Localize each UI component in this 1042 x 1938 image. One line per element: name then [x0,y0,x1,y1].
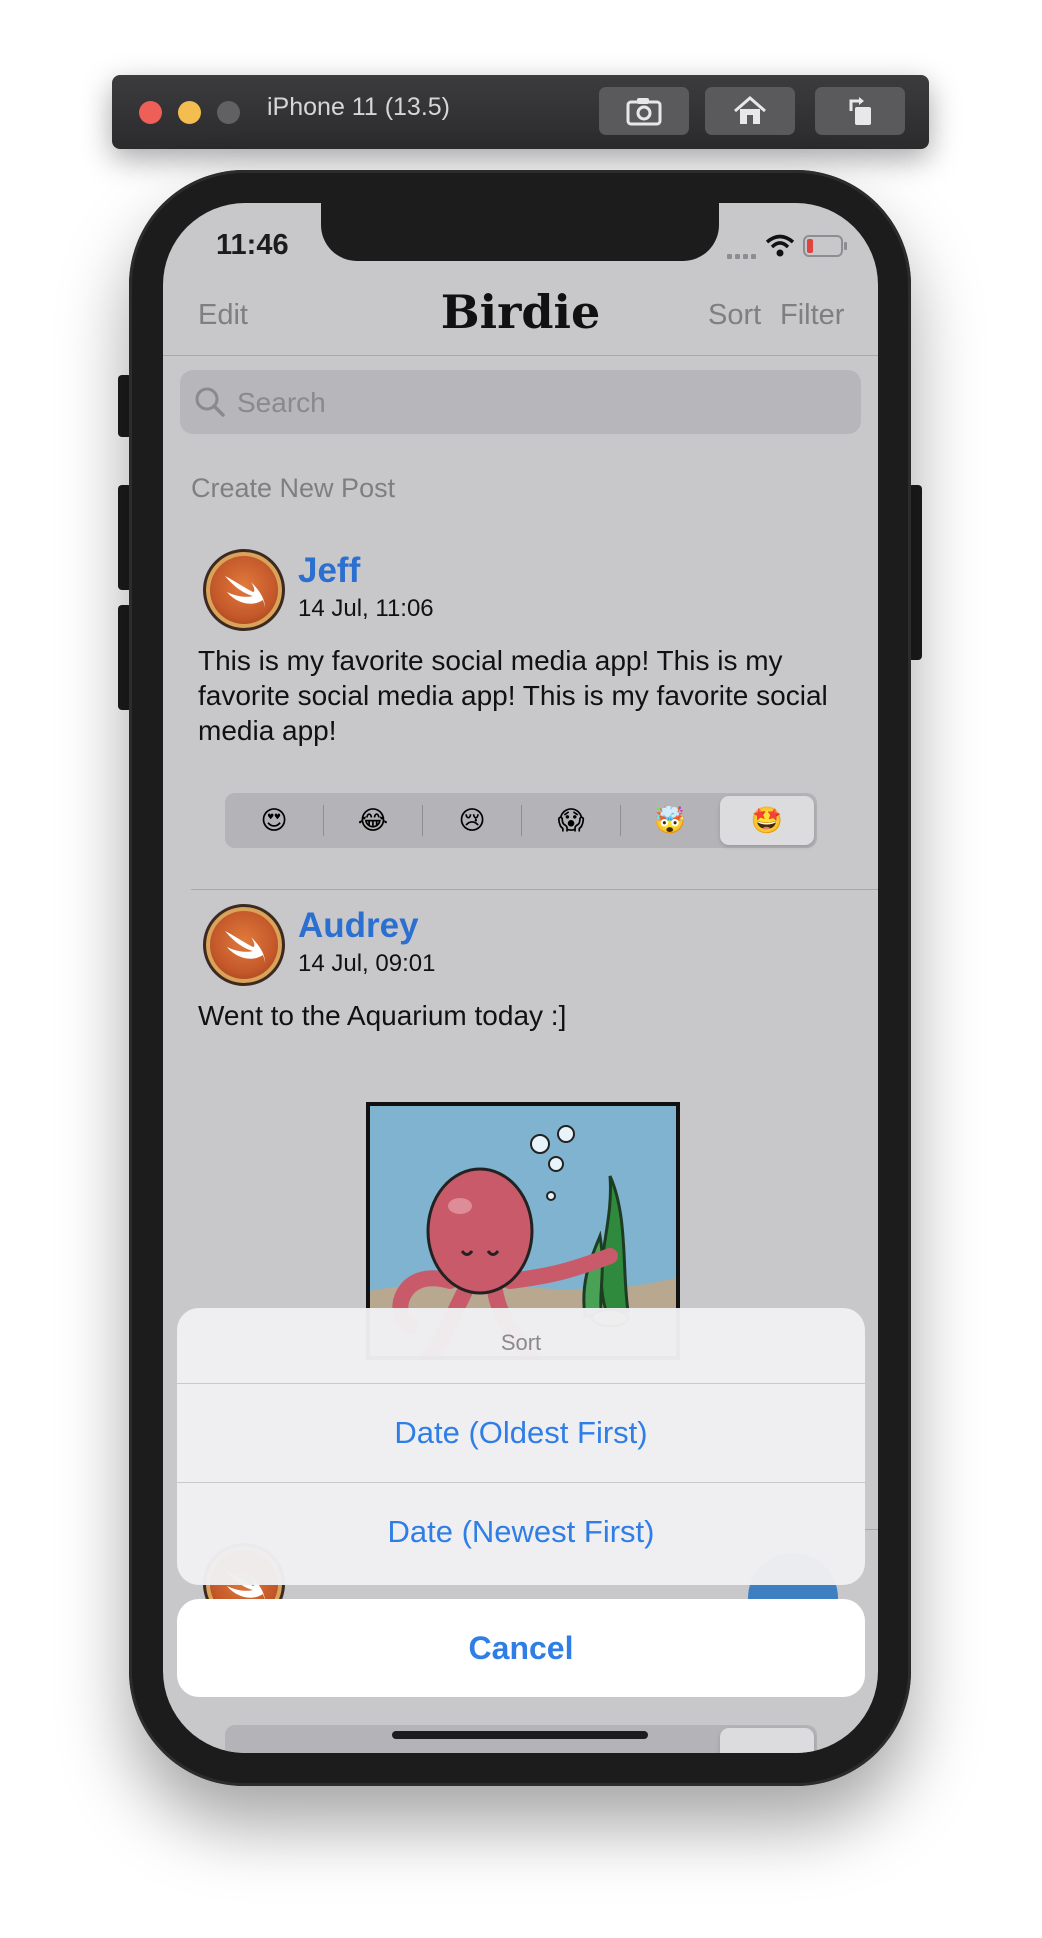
simulator-title-bar: iPhone 11 (13.5) [112,75,929,149]
avatar [203,549,285,631]
wifi-icon [765,234,795,257]
status-time: 11:46 [216,229,289,261]
filter-button[interactable]: Filter [780,299,844,332]
sort-newest-first-option[interactable]: Date (Newest First) [177,1483,865,1581]
swift-bird-icon [225,931,265,963]
post-author-name[interactable]: Jeff [298,551,360,591]
cellular-signal-icon [727,254,756,259]
action-sheet-title: Sort [500,1330,542,1355]
rotate-button[interactable] [815,87,905,135]
sort-oldest-first-option[interactable]: Date (Oldest First) [177,1384,865,1482]
zoom-window-button[interactable] [217,101,240,124]
post-divider [191,889,878,890]
rotate-icon [849,97,871,125]
screenshot-icon [626,98,662,126]
reaction-segmented-control[interactable] [225,1725,817,1753]
reaction-laughing[interactable]: 😂 [324,793,422,848]
cancel-button[interactable]: Cancel [177,1599,865,1697]
nav-divider [163,355,878,356]
reaction-heart-eyes[interactable]: 😍 [225,793,323,848]
search-bar[interactable] [180,370,861,436]
simulator-title: iPhone 11 (13.5) [267,93,450,121]
app-title: Birdie [440,285,601,339]
home-icon [734,96,766,124]
home-indicator[interactable] [392,1731,648,1739]
search-icon [195,387,225,417]
battery-icon [803,235,847,257]
minimize-window-button[interactable] [178,101,201,124]
swift-bird-icon [225,576,265,608]
screenshot-button[interactable] [599,87,689,135]
phone-screen: 11:46 Edit Birdie Sort Filter Create New… [163,203,878,1753]
post-text: This is my favorite social media app! Th… [198,645,828,746]
search-input[interactable] [235,370,839,436]
avatar [203,904,285,986]
reaction-screaming[interactable]: 😱 [522,793,620,848]
home-button[interactable] [705,87,795,135]
close-window-button[interactable] [139,101,162,124]
reaction-mind-blown[interactable]: 🤯 [621,793,719,848]
reaction-selected-segment[interactable] [720,1728,814,1753]
notch [321,203,719,261]
reaction-crying[interactable]: 😢 [423,793,521,848]
post-text: Went to the Aquarium today :] [198,1000,567,1031]
sort-action-sheet: Sort Date (Oldest First) Date (Newest Fi… [177,1308,865,1585]
post-author-name[interactable]: Audrey [298,906,419,946]
reaction-segmented-control[interactable]: 😍 😂 😢 😱 🤯 🤩 [225,793,817,848]
post-date: 14 Jul, 09:01 [298,950,436,977]
sort-button[interactable]: Sort [708,299,761,332]
reaction-star-struck[interactable]: 🤩 [720,796,814,845]
create-new-post-button[interactable]: Create New Post [191,473,395,504]
post-date: 14 Jul, 11:06 [298,595,434,622]
